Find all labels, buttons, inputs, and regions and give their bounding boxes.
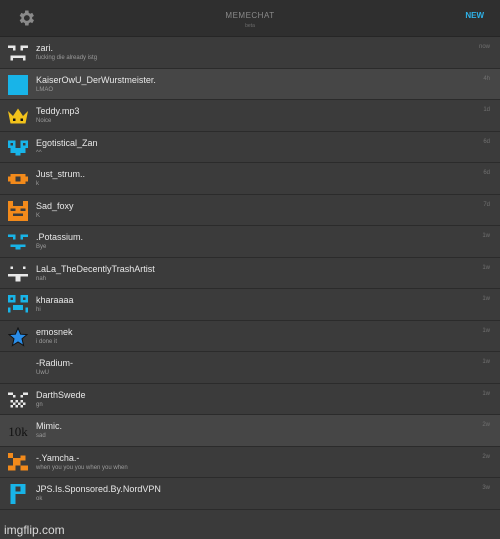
chat-time: now	[478, 44, 490, 50]
checker-face-icon	[8, 392, 28, 407]
chat-preview: K	[36, 212, 41, 219]
chat-name: DarthSwede	[36, 389, 86, 400]
star-icon	[8, 326, 28, 347]
chat-row[interactable]: zari. fucking die already istg now	[0, 37, 500, 69]
chat-time: 6d	[483, 170, 490, 176]
creature-icon	[8, 452, 28, 470]
chat-row[interactable]: -Radium- UwU 1w	[0, 352, 500, 384]
chat-row[interactable]: KaiserOwU_DerWurstmeister. LMAO 4h	[0, 68, 500, 100]
chat-time: 1w	[482, 327, 490, 334]
10k-badge: 10k	[8, 424, 28, 439]
chat-time: 7d	[483, 201, 490, 208]
chat-preview: hi	[36, 307, 41, 313]
chat-row[interactable]: emosnek i done it 1w	[0, 320, 500, 352]
chat-row[interactable]: 10k Mimic. sad 2w	[0, 415, 500, 447]
eye-face-icon	[8, 174, 28, 184]
fox-face-icon	[8, 200, 28, 221]
chat-row[interactable]: LaLa_TheDecentlyTrashArtist nah 1w	[0, 257, 500, 289]
chat-name: Just_strum..	[36, 169, 86, 179]
chat-name: KaiserOwU_DerWurstmeister.	[36, 74, 156, 85]
chat-preview: ^^	[36, 149, 42, 156]
svg-text:10k: 10k	[8, 424, 28, 439]
chat-name: Teddy.mp3	[36, 106, 80, 116]
chat-name: -.Yamcha.-	[36, 452, 80, 463]
app-title: MEMECHAT	[225, 11, 275, 20]
chat-preview: k	[36, 181, 39, 187]
top-bar: MEMECHAT beta NEW	[0, 0, 500, 37]
chat-time: 2w	[482, 422, 490, 428]
p-letter-icon	[10, 484, 26, 504]
chat-preview: fucking die already istg	[36, 55, 98, 61]
chat-preview: i done it	[36, 338, 58, 345]
chat-preview: nah	[36, 275, 47, 282]
chat-row[interactable]: Just_strum.. k 6d	[0, 163, 500, 195]
chat-name: zari.	[36, 43, 54, 53]
chat-name: -Radium-	[36, 358, 74, 368]
chat-time: 2w	[482, 453, 490, 460]
chat-row[interactable]: Teddy.mp3 Noice 1d	[0, 100, 500, 132]
chat-time: 1w	[482, 296, 490, 302]
chat-row[interactable]: JPS.Is.Sponsored.By.NordVPN ok 3w	[0, 478, 500, 510]
chat-time: 3w	[482, 485, 490, 491]
square-avatar	[8, 74, 28, 95]
chat-time: 4h	[483, 75, 490, 82]
chat-row[interactable]: Egotistical_Zan ^^ 6d	[0, 131, 500, 163]
chat-time: 6d	[483, 138, 490, 145]
chat-time: 1w	[482, 264, 490, 271]
chat-list: zari. fucking die already istg now Kaise…	[0, 37, 500, 510]
chat-preview: Bye	[36, 244, 47, 250]
imgflip-watermark: imgflip.com	[4, 523, 65, 537]
chat-name: LaLa_TheDecentlyTrashArtist	[36, 263, 155, 274]
chat-row[interactable]: kharaaaa hi 1w	[0, 289, 500, 321]
chat-name: kharaaaa	[36, 295, 74, 305]
chat-name: Sad_foxy	[36, 200, 74, 211]
chat-time: 1w	[482, 390, 490, 397]
chat-preview: when you you you when you when	[36, 464, 128, 471]
new-chat-button[interactable]: NEW	[465, 11, 484, 20]
face-icon	[8, 234, 28, 250]
chat-row[interactable]: -.Yamcha.- when you you you when you whe…	[0, 446, 500, 478]
chat-time: 1d	[483, 107, 490, 113]
crown-icon	[8, 108, 28, 124]
chat-preview: gn	[36, 401, 43, 408]
chat-row[interactable]: .Potassium. Bye 1w	[0, 226, 500, 258]
chat-name: Egotistical_Zan	[36, 137, 98, 148]
face-icon	[8, 266, 28, 281]
app-subtitle: beta	[245, 23, 255, 29]
chat-preview: ok	[36, 496, 43, 502]
chat-time: 1w	[482, 233, 490, 239]
heart-face-icon	[8, 140, 28, 155]
chat-row[interactable]: Sad_foxy K 7d	[0, 194, 500, 226]
chat-preview: sad	[36, 433, 46, 439]
chat-name: emosnek	[36, 326, 73, 337]
chat-name: Mimic.	[36, 421, 62, 431]
chat-name: .Potassium.	[36, 232, 84, 242]
face-icon	[8, 45, 28, 61]
chat-preview: LMAO	[36, 86, 54, 93]
pixel-face-icon	[8, 295, 28, 313]
chat-row[interactable]: DarthSwede gn 1w	[0, 383, 500, 415]
chat-name: JPS.Is.Sponsored.By.NordVPN	[36, 484, 161, 494]
chat-preview: Noice	[36, 118, 52, 124]
chat-time: 1w	[482, 359, 490, 365]
chat-preview: UwU	[36, 370, 49, 376]
